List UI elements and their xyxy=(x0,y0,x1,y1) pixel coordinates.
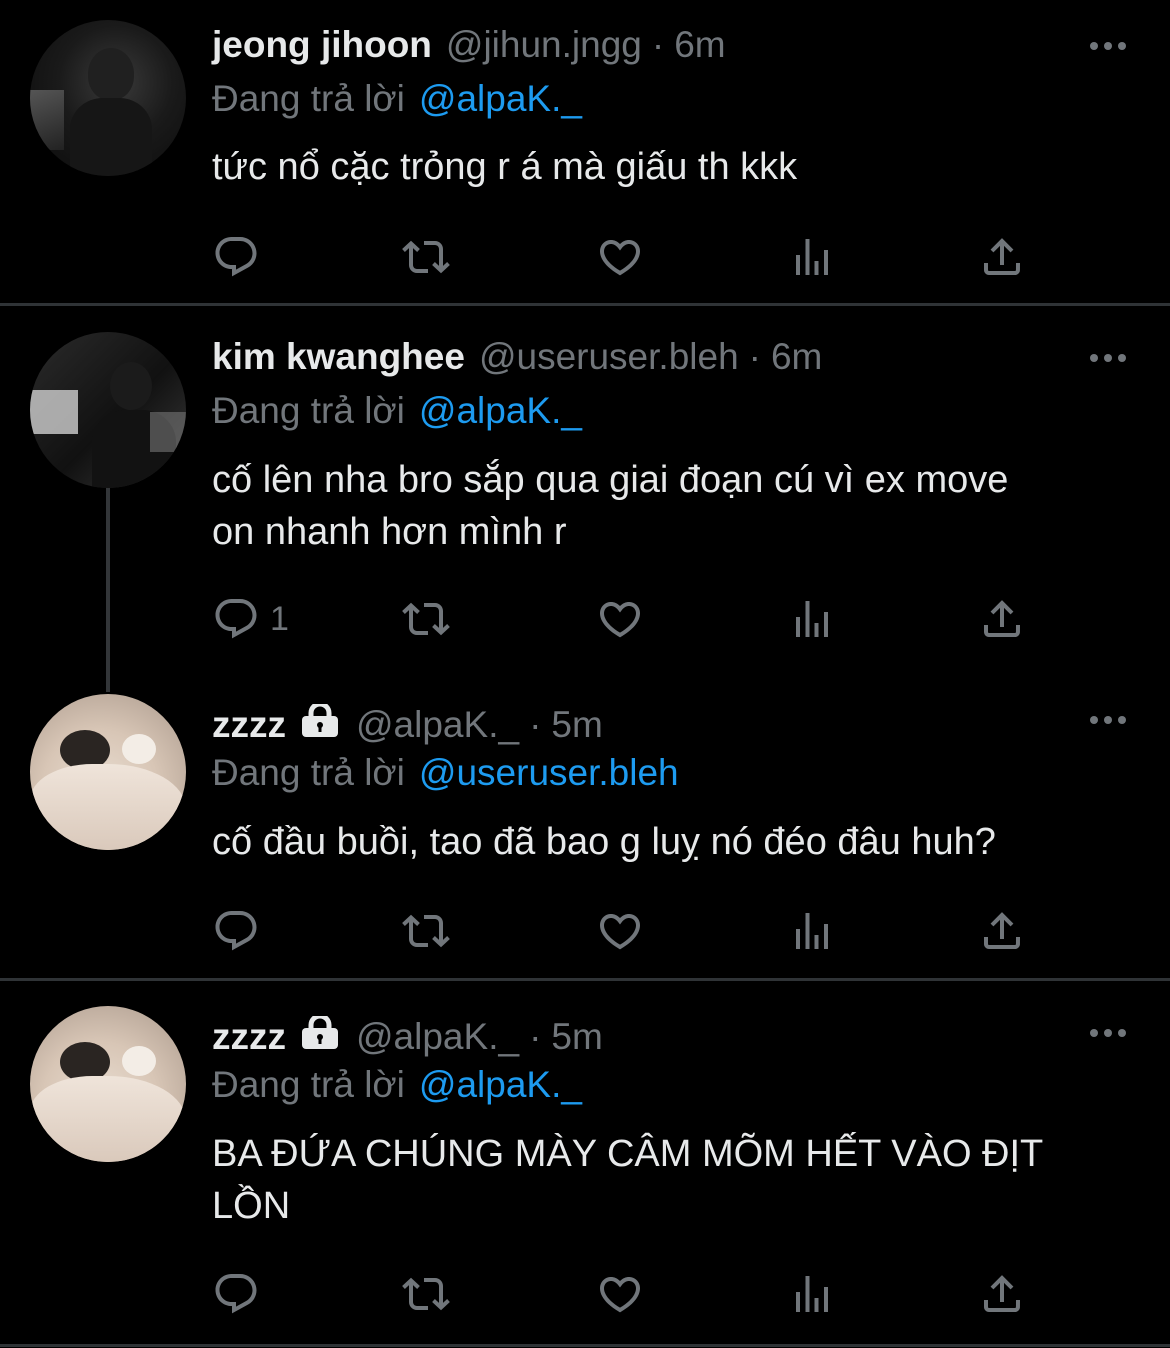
reply-mention-link[interactable]: @alpaK._ xyxy=(419,390,582,431)
display-name[interactable]: zzzz xyxy=(212,1016,286,1058)
tweet-text: BA ĐỨA CHÚNG MÀY CÂM MÕM HẾT VÀO ĐỊT LỒN xyxy=(212,1133,1043,1227)
retweet-button[interactable] xyxy=(402,232,450,282)
avatar[interactable] xyxy=(30,1006,186,1162)
retweet-icon xyxy=(402,595,450,643)
avatar[interactable] xyxy=(30,332,186,488)
heart-icon xyxy=(596,1270,644,1318)
separator-dot: · xyxy=(748,336,761,377)
share-icon xyxy=(978,595,1026,643)
reply-icon xyxy=(212,595,260,643)
separator-dot: · xyxy=(529,1016,542,1057)
views-button[interactable] xyxy=(788,906,836,956)
more-icon[interactable] xyxy=(1086,710,1130,730)
more-icon[interactable] xyxy=(1086,348,1130,368)
user-handle[interactable]: @useruser.bleh xyxy=(479,336,739,378)
replying-to: Đang trả lời @alpaK._ xyxy=(212,1064,582,1106)
tweet-text: cố lên nha bro sắp qua giai đoạn cú vì e… xyxy=(212,459,1009,553)
avatar[interactable] xyxy=(30,694,186,850)
user-handle[interactable]: @alpaK._ xyxy=(356,1016,519,1058)
views-icon xyxy=(788,1270,836,1318)
tweet-header: zzzz @alpaK._ · 5m xyxy=(212,700,603,750)
action-bar xyxy=(212,1269,1042,1319)
timestamp[interactable]: 5m xyxy=(551,1016,602,1058)
retweet-button[interactable] xyxy=(402,1269,450,1319)
share-button[interactable] xyxy=(978,1269,1026,1319)
avatar[interactable] xyxy=(30,20,186,176)
replying-to-label: Đang trả lời xyxy=(212,1064,405,1105)
tweet-1[interactable]: jeong jihoon @jihun.jngg · 6m Đang trả l… xyxy=(0,0,1170,304)
share-button[interactable] xyxy=(978,232,1026,282)
user-handle[interactable]: @alpaK._ xyxy=(356,704,519,746)
display-name[interactable]: kim kwanghee xyxy=(212,336,465,378)
reply-mention-link[interactable]: @useruser.bleh xyxy=(419,752,679,793)
tweet-text: cố đầu buồi, tao đã bao g luỵ nó đéo đâu… xyxy=(212,821,996,863)
reply-button[interactable] xyxy=(212,232,260,282)
retweet-button[interactable] xyxy=(402,594,450,644)
replying-to-label: Đang trả lời xyxy=(212,752,405,793)
action-bar xyxy=(212,232,1042,282)
heart-icon xyxy=(596,233,644,281)
share-button[interactable] xyxy=(978,594,1026,644)
replying-to: Đang trả lời @alpaK._ xyxy=(212,78,582,120)
action-bar xyxy=(212,906,1042,956)
reply-count: 1 xyxy=(270,599,289,638)
tweet-text: tức nổ cặc trỏng r á mà giấu th kkk xyxy=(212,146,798,188)
retweet-icon xyxy=(402,1270,450,1318)
divider xyxy=(0,1344,1170,1347)
reply-icon xyxy=(212,907,260,955)
like-button[interactable] xyxy=(596,594,644,644)
views-button[interactable] xyxy=(788,232,836,282)
share-button[interactable] xyxy=(978,906,1026,956)
separator-dot: · xyxy=(529,704,542,745)
replying-to: Đang trả lời @useruser.bleh xyxy=(212,752,679,794)
display-name[interactable]: jeong jihoon xyxy=(212,24,432,66)
like-button[interactable] xyxy=(596,232,644,282)
retweet-icon xyxy=(402,907,450,955)
reply-mention-link[interactable]: @alpaK._ xyxy=(419,78,582,119)
share-icon xyxy=(978,907,1026,955)
tweet-3[interactable]: zzzz @alpaK._ · 5m Đang trả lời @useruser… xyxy=(0,686,1170,978)
more-icon[interactable] xyxy=(1086,1023,1130,1043)
lock-icon xyxy=(300,701,340,747)
views-button[interactable] xyxy=(788,594,836,644)
reply-button[interactable] xyxy=(212,1269,260,1319)
replying-to-label: Đang trả lời xyxy=(212,390,405,431)
tweet-header: jeong jihoon @jihun.jngg · 6m xyxy=(212,20,726,70)
reply-button[interactable]: 1 xyxy=(212,594,289,644)
reply-icon xyxy=(212,1270,260,1318)
separator-dot: · xyxy=(651,24,665,65)
like-button[interactable] xyxy=(596,1269,644,1319)
views-icon xyxy=(788,595,836,643)
views-button[interactable] xyxy=(788,1269,836,1319)
tweet-header: kim kwanghee @useruser.bleh · 6m xyxy=(212,332,822,382)
reply-button[interactable] xyxy=(212,906,260,956)
share-icon xyxy=(978,233,1026,281)
lock-icon xyxy=(300,1013,340,1059)
timestamp[interactable]: 5m xyxy=(551,704,602,746)
tweet-4[interactable]: zzzz @alpaK._ · 5m Đang trả lời @alpaK._ … xyxy=(0,981,1170,1345)
action-bar: 1 xyxy=(212,594,1042,644)
replying-to-label: Đang trả lời xyxy=(212,78,405,119)
heart-icon xyxy=(596,907,644,955)
reply-icon xyxy=(212,233,260,281)
reply-mention-link[interactable]: @alpaK._ xyxy=(419,1064,582,1105)
display-name[interactable]: zzzz xyxy=(212,704,286,746)
share-icon xyxy=(978,1270,1026,1318)
views-icon xyxy=(788,907,836,955)
timestamp[interactable]: 6m xyxy=(771,336,822,378)
tweet-2[interactable]: kim kwanghee @useruser.bleh · 6m Đang tr… xyxy=(0,306,1170,686)
heart-icon xyxy=(596,595,644,643)
retweet-icon xyxy=(402,233,450,281)
tweet-header: zzzz @alpaK._ · 5m xyxy=(212,1012,603,1062)
views-icon xyxy=(788,233,836,281)
more-icon[interactable] xyxy=(1086,36,1130,56)
like-button[interactable] xyxy=(596,906,644,956)
retweet-button[interactable] xyxy=(402,906,450,956)
replying-to: Đang trả lời @alpaK._ xyxy=(212,390,582,432)
user-handle[interactable]: @jihun.jngg xyxy=(446,24,642,66)
timestamp[interactable]: 6m xyxy=(674,24,725,66)
